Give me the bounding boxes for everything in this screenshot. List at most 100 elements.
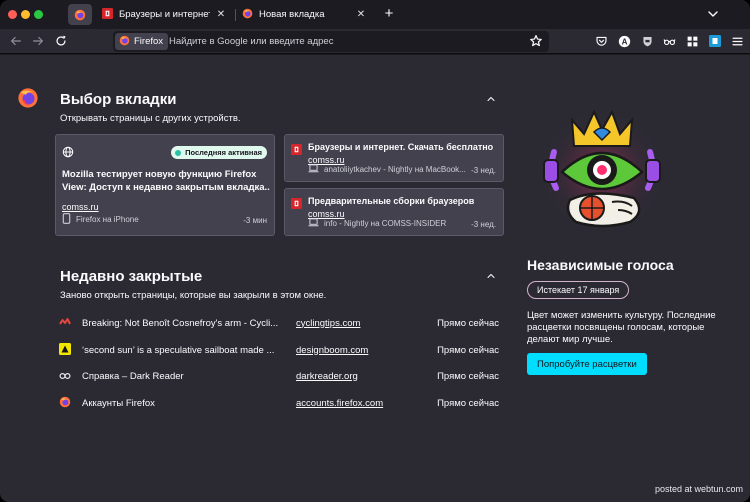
colorway-title: Независимые голоса [527, 257, 674, 273]
watermark: posted at webtun.com [654, 484, 743, 494]
menu-icon[interactable] [730, 34, 744, 48]
pinned-tab[interactable] [68, 4, 92, 25]
try-colorways-button[interactable]: Попробуйте расцветки [527, 353, 647, 375]
globe-icon [62, 145, 74, 163]
forward-button[interactable] [30, 33, 46, 49]
closed-tab-time: Прямо сейчас [437, 317, 499, 329]
tab-title: Новая вкладка [259, 9, 325, 20]
arrow-right-icon [33, 36, 43, 46]
close-window-button[interactable] [8, 10, 17, 19]
tab-time: -3 нед. [471, 220, 496, 229]
firefox-logo-icon [17, 87, 39, 114]
chevron-up-icon [487, 96, 495, 102]
laptop-icon [308, 218, 319, 229]
minimize-window-button[interactable] [21, 10, 30, 19]
closed-tab-title: Аккаунты Firefox [82, 397, 155, 409]
reload-button[interactable] [53, 33, 69, 49]
collapse-recently-closed-button[interactable] [484, 269, 498, 283]
glasses-icon[interactable] [662, 34, 676, 48]
tab-time: -3 мин [243, 216, 267, 225]
device-info: anatoliiytkachev - Nightly на MacBook... [308, 164, 466, 175]
tab-pickup-heading: Выбор вкладки [60, 91, 177, 108]
recently-closed-subheading: Заново открыть страницы, которые вы закр… [60, 290, 327, 301]
new-tab-button[interactable]: + [380, 5, 398, 23]
closed-tab-url[interactable]: accounts.firefox.com [296, 398, 383, 409]
identity-box[interactable]: Firefox [115, 33, 169, 50]
closed-tab-row[interactable]: Справка – Dark Reader darkreader.org Пря… [55, 368, 505, 384]
firefox-logo-icon [74, 9, 86, 20]
device-name: info - Nightly на COMSS-INSIDER [324, 219, 447, 228]
closed-tab-url[interactable]: designboom.com [296, 345, 368, 356]
firefox-logo-icon [242, 8, 253, 22]
identity-label: Firefox [134, 36, 164, 47]
device-name: Firefox на iPhone [76, 215, 139, 224]
synced-tab-title: Предварительные сборки браузеров [308, 196, 475, 206]
tab-title: Браузеры и интернет. Скачать бесплатно [119, 9, 210, 20]
tab-comss[interactable]: Браузеры и интернет. Скачать бесплатно ✕ [96, 4, 234, 25]
comss-icon [291, 142, 302, 160]
synced-tab-card[interactable]: Браузеры и интернет. Скачать бесплатно c… [284, 134, 504, 182]
bookmark-star-icon[interactable] [529, 34, 543, 48]
closed-tab-time: Прямо сейчас [437, 397, 499, 409]
closed-tab-title: Breaking: Not Benoît Cosnefroy's arm - C… [82, 317, 279, 329]
featured-tab-card[interactable]: Последняя активная Mozilla тестирует нов… [55, 134, 275, 236]
closed-tab-time: Прямо сейчас [437, 370, 499, 382]
navigation-toolbar: Firefox Найдите в Google или введите адр… [0, 29, 750, 54]
colorway-description: Цвет может изменить культуру. Последние … [527, 310, 716, 345]
featured-tab-title: Mozilla тестирует новую функцию Firefox … [62, 168, 270, 194]
collapse-tab-pickup-button[interactable] [484, 92, 498, 106]
reload-icon [56, 35, 66, 46]
device-name: anatoliiytkachev - Nightly на MacBook... [324, 165, 466, 174]
chevron-up-icon [487, 273, 495, 279]
svg-text:A: A [621, 37, 627, 46]
tab-time: -3 нед. [471, 166, 496, 175]
chevron-down-icon[interactable] [705, 6, 721, 22]
closed-tab-title: ‘second sun’ is a speculative sailboat m… [82, 344, 275, 356]
phone-icon [62, 213, 71, 226]
featured-title-line: Mozilla тестирует новую функцию Firefox [62, 169, 257, 180]
firefox-logo-icon [119, 35, 130, 49]
comss-icon [102, 7, 113, 22]
closed-tab-row[interactable]: Аккаунты Firefox accounts.firefox.com Пр… [55, 395, 505, 411]
laptop-icon [308, 164, 319, 175]
closed-tab-row[interactable]: ‘second sun’ is a speculative sailboat m… [55, 342, 505, 358]
device-info: info - Nightly на COMSS-INSIDER [308, 218, 446, 229]
status-badge-label: Последняя активная [185, 148, 262, 157]
shield-icon[interactable] [640, 34, 654, 48]
designboom-icon [59, 343, 71, 358]
comss-extension-icon[interactable] [708, 34, 722, 48]
recently-closed-heading: Недавно закрытые [60, 268, 203, 285]
status-dot [175, 149, 182, 156]
closed-tab-title: Справка – Dark Reader [82, 370, 184, 382]
zoom-window-button[interactable] [34, 10, 43, 19]
tab-pickup-subheading: Открывать страницы с других устройств. [60, 113, 241, 124]
device-info: Firefox на iPhone [62, 213, 139, 226]
status-badge: Последняя активная [171, 146, 267, 159]
pocket-icon[interactable] [594, 34, 608, 48]
featured-tab-domain: comss.ru [62, 202, 99, 212]
url-input-placeholder[interactable]: Найдите в Google или введите адрес [169, 36, 333, 47]
closed-tab-url[interactable]: darkreader.org [296, 371, 358, 382]
dark-reader-icon [59, 369, 71, 384]
browser-window: Браузеры и интернет. Скачать бесплатно ✕… [0, 0, 750, 502]
cyclingtips-icon [59, 316, 71, 331]
close-tab-button[interactable]: ✕ [214, 9, 228, 20]
expiry-badge: Истекает 17 января [527, 281, 630, 299]
closed-tab-url[interactable]: cyclingtips.com [296, 318, 360, 329]
arrow-left-icon [11, 36, 21, 46]
colorway-illustration [534, 102, 670, 239]
extensions-icon[interactable] [685, 34, 699, 48]
close-tab-button[interactable]: ✕ [354, 9, 368, 20]
extension-a-icon[interactable]: A [617, 34, 631, 48]
tab-new-tab[interactable]: Новая вкладка ✕ [236, 4, 374, 25]
back-button[interactable] [8, 33, 24, 49]
url-bar[interactable]: Firefox Найдите в Google или введите адр… [113, 31, 549, 52]
closed-tab-row[interactable]: Breaking: Not Benoît Cosnefroy's arm - C… [55, 315, 505, 331]
synced-tab-card[interactable]: Предварительные сборки браузеров comss.r… [284, 188, 504, 236]
firefox-view-page: Выбор вкладки Открывать страницы с други… [0, 55, 750, 502]
featured-title-line: View: Доступ к недавно закрытым вкладка.… [62, 182, 270, 193]
firefox-logo-icon [59, 396, 71, 411]
synced-tab-title: Браузеры и интернет. Скачать бесплатно [308, 142, 494, 152]
closed-tab-time: Прямо сейчас [437, 344, 499, 356]
comss-icon [291, 196, 302, 214]
